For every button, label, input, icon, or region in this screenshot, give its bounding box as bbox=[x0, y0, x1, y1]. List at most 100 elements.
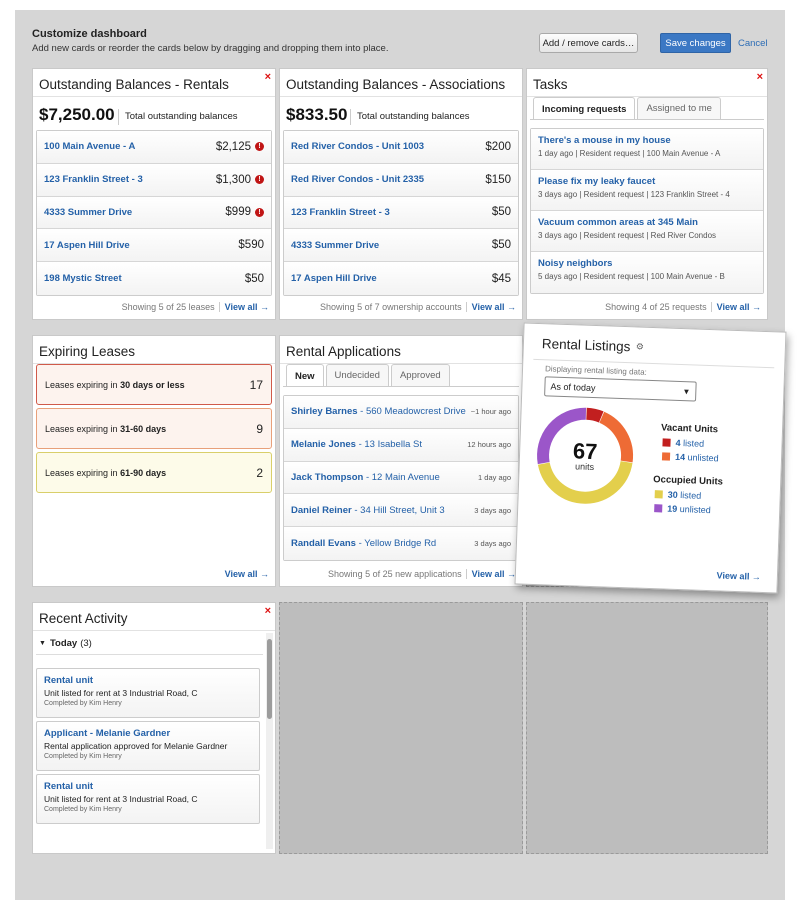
activity-by: Completed by Kim Henry bbox=[44, 806, 122, 813]
tab-undecided[interactable]: Undecided bbox=[325, 364, 389, 386]
gear-icon[interactable]: ⚙ bbox=[636, 341, 644, 352]
task-row[interactable]: There's a mouse in my house 1 day ago | R… bbox=[531, 129, 763, 170]
legend-vacant-listed[interactable]: 4 listed bbox=[662, 437, 704, 449]
activity-desc: Unit listed for rent at 3 Industrial Roa… bbox=[44, 794, 198, 804]
tab-assigned-to-me[interactable]: Assigned to me bbox=[637, 97, 721, 119]
card-expiring-leases[interactable]: Expiring Leases Leases expiring in 30 da… bbox=[32, 335, 276, 587]
activity-item[interactable]: Rental unit Unit listed for rent at 3 In… bbox=[36, 668, 260, 718]
view-all-link[interactable]: View all → bbox=[218, 302, 269, 312]
legend-occupied-listed[interactable]: 30 listed bbox=[654, 489, 701, 501]
cancel-link[interactable]: Cancel bbox=[738, 38, 768, 49]
property-link[interactable]: 100 Main Avenue - A bbox=[44, 141, 135, 152]
donut-segment-vacant-unlisted bbox=[599, 411, 634, 463]
application-row[interactable]: Shirley Barnes - 560 Meadowcrest Drive ~1… bbox=[284, 396, 518, 429]
activity-by: Completed by Kim Henry bbox=[44, 753, 122, 760]
task-title[interactable]: Vacuum common areas at 345 Main bbox=[538, 217, 756, 228]
empty-drop-slot[interactable] bbox=[279, 602, 523, 854]
bucket-count: 9 bbox=[256, 421, 263, 436]
activity-title[interactable]: Rental unit bbox=[44, 781, 252, 792]
donut-segment-vacant-listed bbox=[586, 407, 604, 423]
bucket-range: 30 days or less bbox=[120, 379, 185, 390]
view-all-link[interactable]: View all → bbox=[716, 570, 761, 582]
card-rental-applications[interactable]: Rental Applications New Undecided Approv… bbox=[279, 335, 523, 587]
legend-occupied-unlisted[interactable]: 19 unlisted bbox=[654, 503, 711, 515]
applicant-name[interactable]: Daniel Reiner bbox=[291, 505, 352, 516]
balance-row[interactable]: 123 Franklin Street - 3 $1,300! bbox=[37, 163, 271, 197]
card-balances-rentals[interactable]: Outstanding Balances - Rentals × $7,250.… bbox=[32, 68, 276, 320]
balance-row[interactable]: 100 Main Avenue - A $2,125! bbox=[37, 131, 271, 164]
applicant-name[interactable]: Shirley Barnes bbox=[291, 406, 358, 417]
tab-approved[interactable]: Approved bbox=[390, 364, 450, 386]
save-changes-button[interactable]: Save changes bbox=[660, 33, 731, 53]
balance-row[interactable]: 4333 Summer Drive $50 bbox=[284, 229, 518, 263]
balance-row[interactable]: 17 Aspen Hill Drive $45 bbox=[284, 262, 518, 295]
activity-title[interactable]: Rental unit bbox=[44, 675, 252, 686]
view-all-link[interactable]: View all → bbox=[220, 569, 269, 579]
application-row[interactable]: Jack Thompson - 12 Main Avenue 1 day ago bbox=[284, 461, 518, 495]
tab-new[interactable]: New bbox=[286, 364, 324, 387]
balance-list: 100 Main Avenue - A $2,125! 123 Franklin… bbox=[36, 130, 272, 296]
empty-drop-slot[interactable] bbox=[526, 602, 768, 854]
tabs-divider bbox=[283, 386, 519, 387]
applicant-address: - 560 Meadowcrest Drive bbox=[357, 406, 466, 418]
balance-row[interactable]: 17 Aspen Hill Drive $590 bbox=[37, 229, 271, 263]
close-icon[interactable]: × bbox=[265, 605, 271, 617]
activity-item[interactable]: Rental unit Unit listed for rent at 3 In… bbox=[36, 774, 260, 824]
expiring-bucket[interactable]: Leases expiring in 30 days or less 17 bbox=[36, 364, 272, 405]
card-rental-listings[interactable]: Rental Listings ⚙ Displaying rental list… bbox=[514, 322, 787, 594]
task-title[interactable]: Please fix my leaky faucet bbox=[538, 176, 756, 187]
scrollbar-thumb[interactable] bbox=[267, 639, 272, 719]
account-link[interactable]: 123 Franklin Street - 3 bbox=[291, 207, 390, 218]
activity-desc: Unit listed for rent at 3 Industrial Roa… bbox=[44, 688, 198, 698]
task-row[interactable]: Vacuum common areas at 345 Main 3 days ag… bbox=[531, 211, 763, 252]
task-row[interactable]: Please fix my leaky faucet 3 days ago | R… bbox=[531, 170, 763, 211]
task-title[interactable]: There's a mouse in my house bbox=[538, 135, 756, 146]
view-all-link[interactable]: View all → bbox=[465, 302, 516, 312]
applicant-name[interactable]: Randall Evans bbox=[291, 538, 356, 549]
listing-date-select[interactable]: As of today ▼ bbox=[544, 376, 697, 402]
property-link[interactable]: 198 Mystic Street bbox=[44, 273, 122, 284]
balance-row[interactable]: Red River Condos - Unit 1003 $200 bbox=[284, 131, 518, 164]
activity-title[interactable]: Applicant - Melanie Gardner bbox=[44, 728, 252, 739]
card-title: Rental Applications bbox=[286, 344, 401, 359]
application-row[interactable]: Randall Evans - Yellow Bridge Rd 3 days a… bbox=[284, 527, 518, 560]
divider bbox=[280, 96, 522, 97]
add-remove-cards-button[interactable]: Add / remove cards… bbox=[539, 33, 638, 53]
activity-item[interactable]: Applicant - Melanie Gardner Rental appli… bbox=[36, 721, 260, 771]
view-all-link[interactable]: View all → bbox=[710, 302, 761, 312]
property-link[interactable]: 123 Franklin Street - 3 bbox=[44, 174, 143, 185]
balance-row[interactable]: 123 Franklin Street - 3 $50 bbox=[284, 196, 518, 230]
balance-row[interactable]: Red River Condos - Unit 2335 $150 bbox=[284, 163, 518, 197]
applicant-address: - 12 Main Avenue bbox=[363, 471, 440, 483]
application-row[interactable]: Melanie Jones - 13 Isabella St 12 hours a… bbox=[284, 428, 518, 462]
property-link[interactable]: 4333 Summer Drive bbox=[44, 207, 132, 218]
account-link[interactable]: Red River Condos - Unit 1003 bbox=[291, 141, 424, 152]
close-icon[interactable]: × bbox=[757, 71, 763, 83]
application-row[interactable]: Daniel Reiner - 34 Hill Street, Unit 3 3 … bbox=[284, 494, 518, 528]
balance-amount: $50 bbox=[491, 206, 511, 219]
balance-total: $7,250.00 bbox=[39, 105, 115, 124]
tab-incoming-requests[interactable]: Incoming requests bbox=[533, 97, 636, 120]
balance-row[interactable]: 4333 Summer Drive $999! bbox=[37, 196, 271, 230]
balance-row[interactable]: 198 Mystic Street $50 bbox=[37, 262, 271, 295]
account-link[interactable]: Red River Condos - Unit 2335 bbox=[291, 174, 424, 185]
expiring-bucket[interactable]: Leases expiring in 61-90 days 2 bbox=[36, 452, 272, 493]
account-link[interactable]: 17 Aspen Hill Drive bbox=[291, 273, 377, 284]
close-icon[interactable]: × bbox=[265, 71, 271, 83]
legend-count: 4 bbox=[675, 437, 681, 449]
property-link[interactable]: 17 Aspen Hill Drive bbox=[44, 240, 130, 251]
activity-group-header[interactable]: ▼ Today (3) bbox=[36, 633, 263, 655]
legend-vacant-unlisted[interactable]: 14 unlisted bbox=[661, 451, 719, 463]
view-all-link[interactable]: View all → bbox=[465, 569, 516, 579]
expiring-bucket[interactable]: Leases expiring in 31-60 days 9 bbox=[36, 408, 272, 449]
card-balances-associations[interactable]: Outstanding Balances - Associations $833… bbox=[279, 68, 523, 320]
legend-count: 14 bbox=[674, 451, 686, 463]
task-title[interactable]: Noisy neighbors bbox=[538, 258, 756, 269]
card-recent-activity[interactable]: Recent Activity × ▼ Today (3) Rental uni… bbox=[32, 602, 276, 854]
applicant-name[interactable]: Jack Thompson bbox=[291, 472, 363, 483]
scrollbar[interactable] bbox=[266, 633, 273, 849]
account-link[interactable]: 4333 Summer Drive bbox=[291, 240, 379, 251]
applicant-name[interactable]: Melanie Jones bbox=[291, 439, 356, 450]
task-row[interactable]: Noisy neighbors 5 days ago | Resident req… bbox=[531, 252, 763, 293]
card-tasks[interactable]: Tasks × Incoming requests Assigned to me… bbox=[526, 68, 768, 320]
